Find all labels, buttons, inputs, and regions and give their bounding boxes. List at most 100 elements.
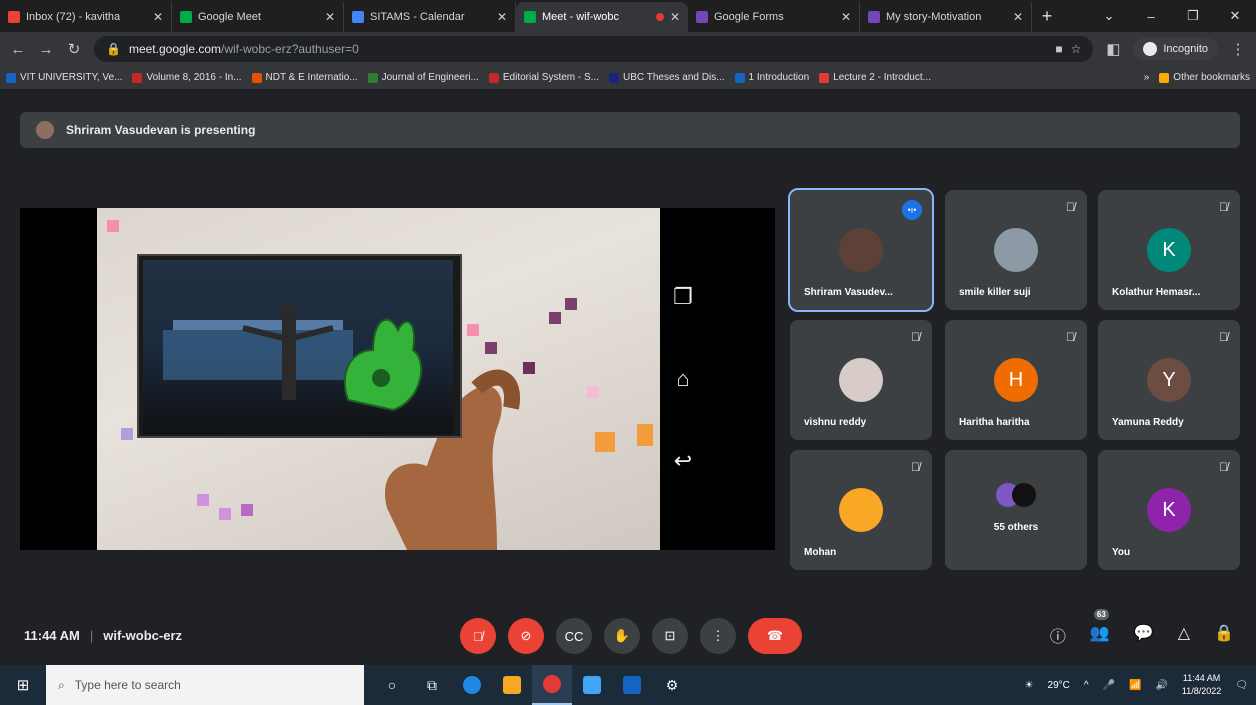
close-icon[interactable]: ✕ <box>1013 10 1023 24</box>
weather-icon[interactable]: ☀ <box>1025 680 1034 691</box>
tab-my-story[interactable]: My story-Motivation ✕ <box>860 2 1032 32</box>
call-controls: 🎙̸ ⊘ CC ✋ ⊡ ⋮ ☎ <box>460 618 802 654</box>
presenter-avatar <box>36 121 54 139</box>
others-count: 55 others <box>993 522 1039 533</box>
window-controls: ⌄ – ❐ ✕ <box>1088 0 1256 32</box>
tab-google-meet[interactable]: Google Meet ✕ <box>172 2 344 32</box>
mic-toggle-button[interactable]: 🎙̸ <box>460 618 496 654</box>
bookmark-icon <box>609 72 620 83</box>
bookmark-item[interactable]: Lecture 2 - Introduct... <box>819 72 931 83</box>
tab-calendar[interactable]: SITAMS - Calendar ✕ <box>344 2 516 32</box>
close-window-button[interactable]: ✕ <box>1214 8 1256 24</box>
avatar <box>839 228 883 272</box>
participant-tile[interactable]: •ı• Shriram Vasudev... <box>788 188 934 312</box>
lock-icon[interactable]: 🔒 <box>106 42 121 56</box>
bookmark-item[interactable]: Volume 8, 2016 - In... <box>132 72 242 83</box>
people-button[interactable]: 👥 63 <box>1090 609 1110 647</box>
tab-gmail[interactable]: Inbox (72) - kavitha ✕ <box>0 2 172 32</box>
participant-name: Shriram Vasudev... <box>804 287 893 298</box>
bookmark-item[interactable]: VIT UNIVERSITY, Ve... <box>6 72 122 83</box>
network-icon[interactable]: 📶 <box>1129 680 1141 691</box>
participant-tile[interactable]: 🎙̸ vishnu reddy <box>790 320 932 440</box>
sticky-note <box>587 386 599 398</box>
camera-toggle-button[interactable]: ⊘ <box>508 618 544 654</box>
leave-call-button[interactable]: ☎ <box>748 618 802 654</box>
close-icon[interactable]: ✕ <box>153 10 163 24</box>
back-button[interactable]: ← <box>10 41 26 58</box>
meet-main: Shriram Vasudevan is presenting ❐ ⌂ ↩ •ı… <box>0 90 1256 665</box>
close-icon[interactable]: ✕ <box>325 10 335 24</box>
participant-name: Yamuna Reddy <box>1112 417 1184 428</box>
chrome-icon[interactable] <box>532 665 572 705</box>
raise-hand-button[interactable]: ✋ <box>604 618 640 654</box>
bookmark-item[interactable]: NDT & E Internatio... <box>251 72 358 83</box>
clock[interactable]: 11:44 AM 11/8/2022 <box>1182 672 1221 698</box>
close-icon[interactable]: ✕ <box>497 10 507 24</box>
incognito-badge[interactable]: Incognito <box>1133 38 1218 60</box>
tab-meet-active[interactable]: Meet - wif-wobc ✕ <box>516 2 688 32</box>
meeting-details: 11:44 AM | wif-wobc-erz <box>24 628 182 643</box>
taskbar-search-input[interactable]: ⌕ Type here to search <box>46 665 364 705</box>
participant-name: Haritha haritha <box>959 417 1030 428</box>
maximize-button[interactable]: ❐ <box>1172 8 1214 24</box>
menu-icon[interactable]: ⋮ <box>1230 40 1246 58</box>
mic-tray-icon[interactable]: 🎤 <box>1103 680 1115 691</box>
participant-tile[interactable]: 🎙̸ H Haritha haritha <box>945 320 1087 440</box>
reload-button[interactable]: ↻ <box>66 40 82 58</box>
forward-button[interactable]: → <box>38 41 54 58</box>
participant-tile[interactable]: 🎙̸ Y Yamuna Reddy <box>1098 320 1240 440</box>
file-explorer-icon[interactable] <box>492 665 532 705</box>
chat-icon[interactable]: 💬 <box>1134 623 1154 647</box>
bookmark-item[interactable]: 1 Introduction <box>734 72 810 83</box>
side-panel-icon[interactable]: ◧ <box>1105 40 1121 58</box>
cortana-icon[interactable]: ○ <box>372 665 412 705</box>
host-controls-icon[interactable]: 🔒 <box>1214 623 1234 647</box>
tray-expand-icon[interactable]: ^ <box>1084 680 1089 691</box>
close-icon[interactable]: ✕ <box>841 10 851 24</box>
more-options-button[interactable]: ⋮ <box>700 618 736 654</box>
url-field[interactable]: 🔒 meet.google.com/wif-wobc-erz?authuser=… <box>94 36 1094 62</box>
recents-icon: ❐ <box>673 284 693 309</box>
bookmark-item[interactable]: Editorial System - S... <box>488 72 599 83</box>
participant-tile[interactable]: 🎙̸ K Kolathur Hemasr... <box>1098 190 1240 310</box>
self-tile[interactable]: 🎙̸ K You <box>1098 450 1240 570</box>
bookmark-item[interactable]: UBC Theses and Dis... <box>609 72 725 83</box>
word-shape <box>623 676 641 694</box>
edge-icon[interactable] <box>452 665 492 705</box>
bookmark-item[interactable]: Journal of Engineeri... <box>367 72 479 83</box>
bookmark-label: UBC Theses and Dis... <box>623 72 725 83</box>
star-icon[interactable]: ☆ <box>1071 42 1082 56</box>
presentation-video[interactable]: ❐ ⌂ ↩ <box>20 208 775 550</box>
tab-title: Google Meet <box>198 11 261 23</box>
divider: | <box>89 627 94 643</box>
captions-button[interactable]: CC <box>556 618 592 654</box>
tab-title: Google Forms <box>714 11 784 23</box>
avatar: Y <box>1147 358 1191 402</box>
notifications-icon[interactable]: 🗨 <box>1235 680 1248 691</box>
others-tile[interactable]: 55 others <box>945 450 1087 570</box>
sticky-note <box>241 504 253 516</box>
weather-temp[interactable]: 29°C <box>1048 680 1070 691</box>
new-tab-button[interactable]: + <box>1032 6 1062 27</box>
minimize-button[interactable]: – <box>1130 9 1172 24</box>
info-icon[interactable]: ⓘ <box>1050 623 1066 647</box>
phone-device <box>137 254 462 438</box>
present-button[interactable]: ⊡ <box>652 618 688 654</box>
participant-tile[interactable]: 🎙̸ Mohan <box>790 450 932 570</box>
settings-icon[interactable]: ⚙ <box>652 665 692 705</box>
meet-icon <box>524 11 536 23</box>
tab-search-icon[interactable]: ⌄ <box>1088 8 1130 24</box>
other-bookmarks-folder[interactable]: Other bookmarks <box>1159 72 1250 83</box>
participant-tile[interactable]: 🎙̸ smile killer suji <box>945 190 1087 310</box>
tab-google-forms[interactable]: Google Forms ✕ <box>688 2 860 32</box>
windows-start-icon[interactable]: ⊞ <box>0 676 46 694</box>
bookmark-label: 1 Introduction <box>748 72 810 83</box>
task-view-icon[interactable]: ⧉ <box>412 665 452 705</box>
activities-icon[interactable]: △ <box>1178 623 1190 647</box>
volume-icon[interactable]: 🔊 <box>1155 680 1167 691</box>
mail-icon[interactable] <box>572 665 612 705</box>
bookmarks-more-button[interactable]: » <box>1144 72 1150 83</box>
camera-icon[interactable]: ■ <box>1055 42 1062 56</box>
close-icon[interactable]: ✕ <box>670 10 680 24</box>
word-icon[interactable] <box>612 665 652 705</box>
